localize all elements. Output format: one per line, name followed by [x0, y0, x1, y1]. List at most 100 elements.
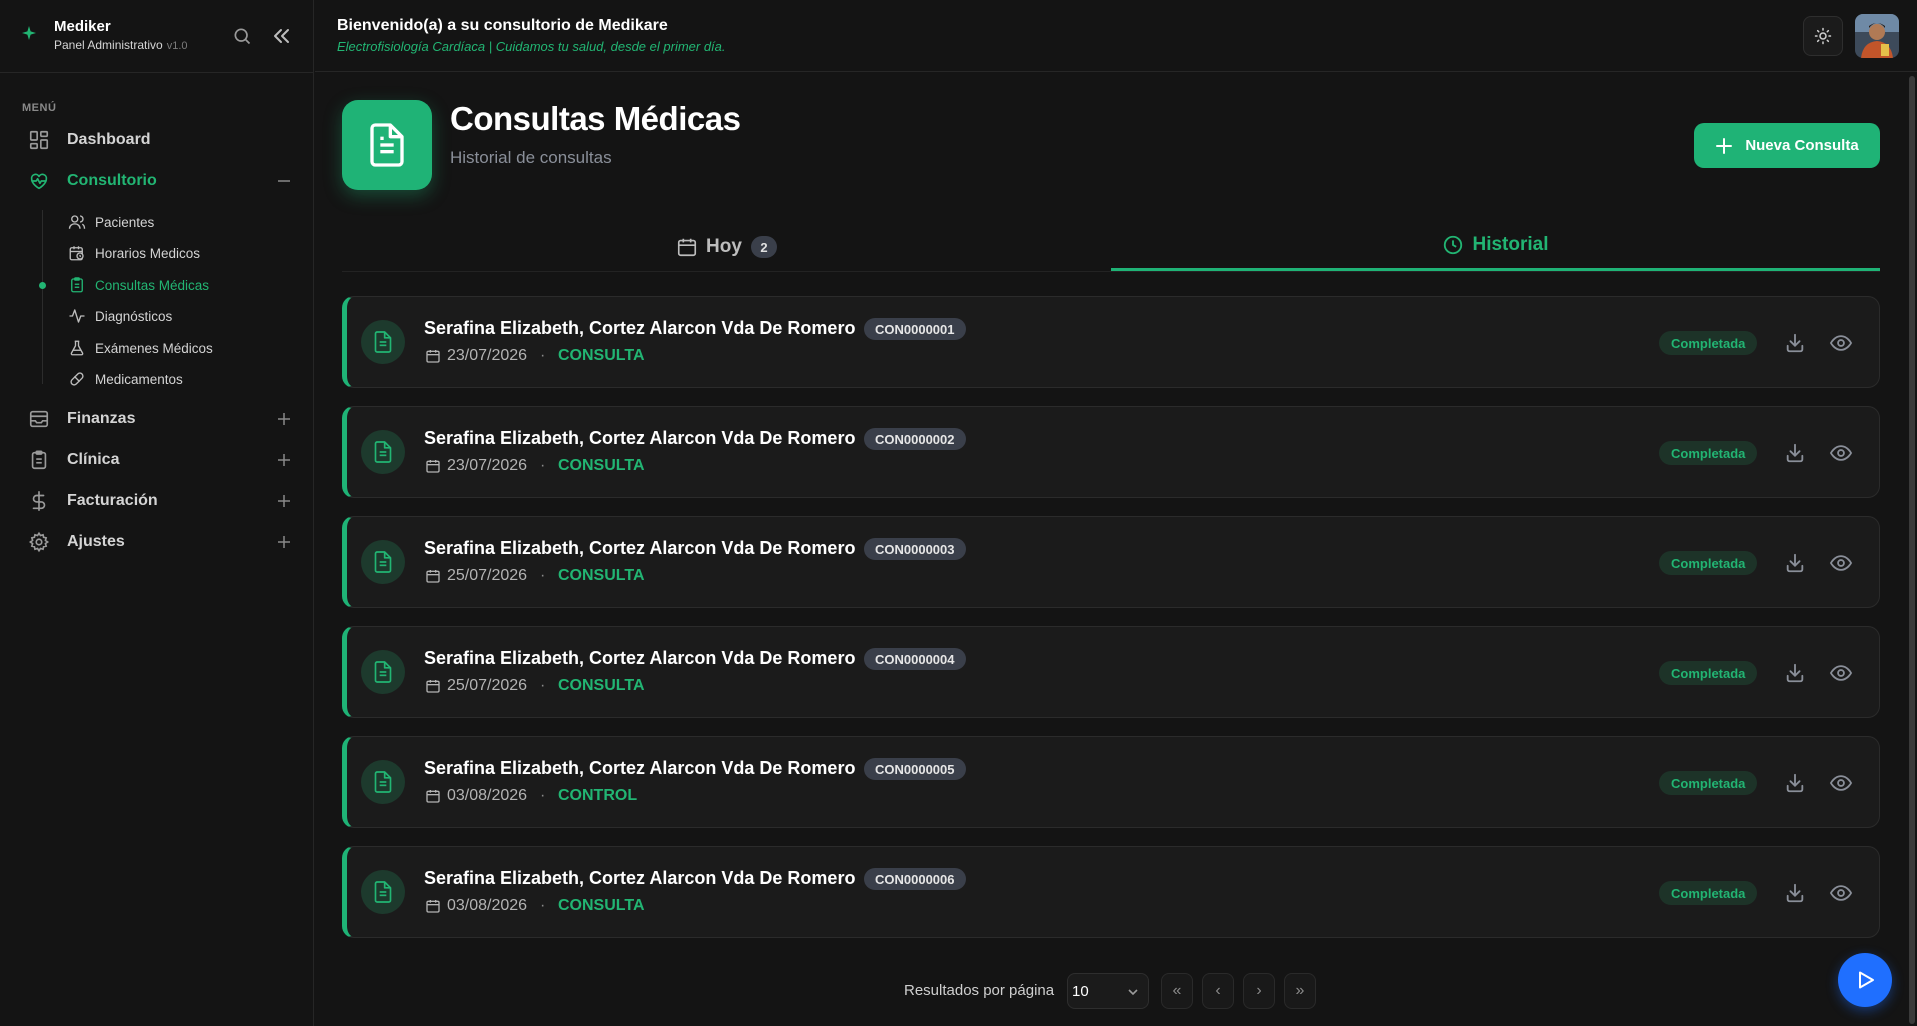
sidebar-subitem-consultas[interactable]: Consultas Médicas	[68, 273, 288, 297]
consulta-code-badge: CON0000006	[864, 868, 966, 890]
brand-version: v1.0	[166, 40, 188, 52]
pagination-label: Resultados por página	[904, 982, 1055, 999]
eye-icon[interactable]	[1829, 442, 1853, 464]
consulta-date: 23/07/2026	[447, 457, 528, 474]
collapse-sidebar-icon[interactable]	[270, 24, 294, 48]
document-icon	[374, 881, 392, 903]
consulta-date: 03/08/2026	[447, 787, 528, 804]
sidebar-item-dashboard[interactable]: Dashboard	[20, 124, 292, 156]
consulta-card[interactable]: Serafina Elizabeth, Cortez Alarcon Vda D…	[342, 846, 1880, 938]
sidebar: Mediker Panel Administrativo v1.0 MENÚ Da…	[0, 0, 314, 1026]
brand-subtitle-text: Panel Administrativo	[54, 38, 163, 52]
separator-dot: ·	[540, 457, 546, 474]
download-icon[interactable]	[1784, 662, 1806, 684]
document-icon	[374, 331, 392, 353]
sidebar-item-label: Clínica	[67, 451, 120, 468]
minus-icon[interactable]	[276, 173, 292, 189]
consulta-type: CONSULTA	[558, 897, 645, 914]
consulta-icon	[361, 320, 405, 364]
plus-icon[interactable]	[276, 411, 292, 427]
consulta-type: CONSULTA	[558, 567, 645, 584]
eye-icon[interactable]	[1829, 882, 1853, 904]
consulta-card[interactable]: Serafina Elizabeth, Cortez Alarcon Vda D…	[342, 406, 1880, 498]
download-icon[interactable]	[1784, 442, 1806, 464]
theme-toggle-button[interactable]	[1803, 16, 1843, 56]
sidebar-subitem-medicamentos[interactable]: Medicamentos	[68, 367, 288, 391]
submenu-line	[42, 210, 43, 384]
plus-icon[interactable]	[276, 452, 292, 468]
next-page-button[interactable]: ›	[1243, 973, 1275, 1009]
tab-hoy-label: Hoy	[706, 236, 742, 257]
sidebar-item-finanzas[interactable]: Finanzas	[20, 403, 292, 435]
patient-name: Serafina Elizabeth, Cortez Alarcon Vda D…	[424, 428, 856, 448]
download-icon[interactable]	[1784, 772, 1806, 794]
calendar-icon	[426, 350, 440, 363]
eye-icon[interactable]	[1829, 332, 1853, 354]
consulta-type: CONSULTA	[558, 457, 645, 474]
sidebar-subitem-examenes[interactable]: Exámenes Médicos	[68, 336, 288, 360]
brand-logo-icon	[22, 26, 36, 40]
sun-icon	[1814, 27, 1832, 45]
separator-dot: ·	[540, 677, 546, 694]
consulta-type: CONSULTA	[558, 677, 645, 694]
new-consulta-label: Nueva Consulta	[1745, 137, 1859, 154]
eye-icon[interactable]	[1829, 662, 1853, 684]
consulta-card[interactable]: Serafina Elizabeth, Cortez Alarcon Vda D…	[342, 296, 1880, 388]
consulta-date: 25/07/2026	[447, 677, 528, 694]
consulta-type: CONTROL	[558, 787, 638, 804]
search-icon[interactable]	[232, 26, 252, 46]
plus-icon	[1716, 137, 1733, 154]
brand-subtitle: Panel Administrativo v1.0	[54, 38, 188, 52]
consulta-card[interactable]: Serafina Elizabeth, Cortez Alarcon Vda D…	[342, 626, 1880, 718]
sidebar-subitem-horarios[interactable]: Horarios Medicos	[68, 241, 288, 265]
status-badge: Completada	[1659, 771, 1758, 795]
separator-dot: ·	[540, 897, 546, 914]
new-consulta-button[interactable]: Nueva Consulta	[1694, 123, 1880, 168]
consulta-card[interactable]: Serafina Elizabeth, Cortez Alarcon Vda D…	[342, 736, 1880, 828]
first-page-button[interactable]: «	[1161, 973, 1193, 1009]
wallet-icon	[26, 406, 52, 432]
brand: Mediker Panel Administrativo v1.0	[22, 18, 292, 54]
download-icon[interactable]	[1784, 552, 1806, 574]
document-icon	[370, 123, 404, 167]
scrollbar[interactable]	[1909, 76, 1915, 1024]
sidebar-subitem-label: Consultas Médicas	[95, 277, 210, 293]
tab-historial[interactable]: Historial	[1111, 222, 1880, 272]
eye-icon[interactable]	[1829, 552, 1853, 574]
play-tour-button[interactable]	[1838, 953, 1892, 1007]
page-icon	[342, 100, 432, 190]
sidebar-item-facturacion[interactable]: Facturación	[20, 485, 292, 517]
sidebar-subitem-pacientes[interactable]: Pacientes	[68, 210, 288, 234]
user-avatar[interactable]	[1855, 14, 1899, 58]
eye-icon[interactable]	[1829, 772, 1853, 794]
tab-hoy[interactable]: Hoy 2	[342, 222, 1111, 272]
sidebar-item-clinica[interactable]: Clínica	[20, 444, 292, 476]
download-icon[interactable]	[1784, 332, 1806, 354]
prev-page-button[interactable]: ‹	[1202, 973, 1234, 1009]
sidebar-subitem-diagnosticos[interactable]: Diagnósticos	[68, 304, 288, 328]
menu-label: MENÚ	[22, 102, 57, 114]
per-page-select[interactable]: 10	[1067, 973, 1149, 1009]
document-icon	[374, 551, 392, 573]
separator-dot: ·	[540, 787, 546, 804]
plus-icon[interactable]	[276, 534, 292, 550]
clipboard-icon	[26, 447, 52, 473]
users-icon	[68, 215, 86, 229]
sidebar-item-ajustes[interactable]: Ajustes	[20, 526, 292, 558]
status-badge: Completada	[1659, 661, 1758, 685]
sidebar-item-consultorio[interactable]: Consultorio	[20, 165, 292, 197]
status-badge: Completada	[1659, 881, 1758, 905]
last-page-button[interactable]: »	[1284, 973, 1316, 1009]
sidebar-item-label: Facturación	[67, 492, 158, 509]
document-icon	[374, 441, 392, 463]
consulta-icon	[361, 760, 405, 804]
consulta-card[interactable]: Serafina Elizabeth, Cortez Alarcon Vda D…	[342, 516, 1880, 608]
plus-icon[interactable]	[276, 493, 292, 509]
tab-historial-label: Historial	[1472, 234, 1549, 255]
clock-icon	[1444, 235, 1463, 255]
separator-dot: ·	[540, 347, 546, 364]
consulta-icon	[361, 650, 405, 694]
download-icon[interactable]	[1784, 882, 1806, 904]
page-title: Consultas Médicas	[450, 100, 741, 137]
sidebar-subitem-label: Pacientes	[95, 214, 155, 230]
